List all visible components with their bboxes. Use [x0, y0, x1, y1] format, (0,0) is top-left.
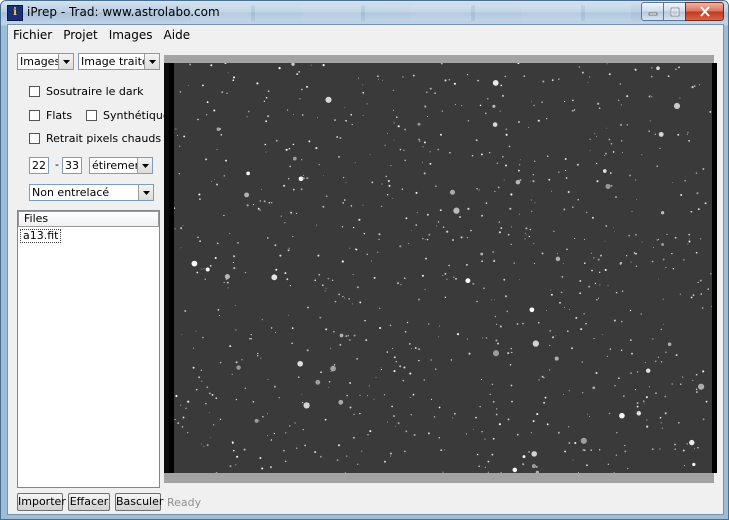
dropdown-arrow-icon [137, 158, 152, 173]
settings-panel: Images Image traitée Sosutraire le dark … [8, 45, 170, 491]
toggle-button[interactable]: Basculer [115, 493, 163, 511]
interlace-select-value: Non entrelacé [32, 186, 110, 199]
star-field-canvas [174, 63, 712, 473]
hot-pixels-label: Retrait pixels chauds [46, 132, 162, 145]
files-list[interactable]: Files a13.fit [17, 210, 160, 488]
hot-pixels-checkbox[interactable] [29, 133, 40, 144]
hot-pixels-option[interactable]: Retrait pixels chauds [29, 132, 161, 145]
menu-bar: Fichier Projet Images Aide [8, 25, 723, 45]
menu-images[interactable]: Images [104, 25, 159, 45]
title-bar[interactable]: i iPrep - Trad: www.astrolabo.com [1, 1, 728, 24]
subtract-dark-checkbox[interactable] [29, 86, 40, 97]
view-select[interactable]: Image traitée [78, 53, 160, 70]
dropdown-arrow-icon [58, 54, 73, 69]
range-high-input[interactable]: 33 [62, 157, 82, 174]
client-area: Fichier Projet Images Aide Images Image … [7, 24, 724, 515]
flats-label: Flats [46, 109, 73, 122]
clear-button[interactable]: Effacer [68, 493, 110, 511]
background-taskbar-ghost [191, 5, 631, 21]
close-button[interactable] [685, 2, 724, 21]
range-separator: - [55, 158, 59, 171]
menu-fichier[interactable]: Fichier [8, 25, 58, 45]
source-select[interactable]: Images [17, 53, 74, 70]
file-item[interactable]: a13.fit [20, 229, 62, 243]
subtract-dark-label: Sosutraire le dark [46, 85, 144, 98]
subtract-dark-option[interactable]: Sosutraire le dark [29, 85, 144, 98]
menu-aide[interactable]: Aide [159, 25, 197, 45]
telescope-app-icon: i [7, 5, 23, 21]
image-viewer[interactable] [164, 55, 717, 483]
main-area: Images Image traitée Sosutraire le dark … [8, 45, 723, 491]
files-column-header[interactable]: Files [18, 211, 159, 227]
dropdown-arrow-icon [144, 54, 159, 69]
bottom-toolbar: Importer Effacer Basculer Ready [8, 491, 723, 514]
range-low-input[interactable]: 22 [29, 157, 49, 174]
dropdown-arrow-icon [138, 185, 153, 200]
star-field-image[interactable] [164, 63, 717, 473]
maximize-icon [670, 7, 679, 16]
menu-projet[interactable]: Projet [58, 25, 103, 45]
maximize-button[interactable] [663, 2, 686, 21]
interlace-select[interactable]: Non entrelacé [29, 184, 154, 201]
window-title: iPrep - Trad: www.astrolabo.com [27, 5, 220, 19]
flats-checkbox[interactable] [29, 110, 40, 121]
synthetic-checkbox[interactable] [86, 110, 97, 121]
minimize-icon [648, 12, 658, 15]
stretch-select[interactable]: étirement l [89, 157, 153, 174]
source-select-value: Images [20, 55, 61, 68]
minimize-button[interactable] [641, 2, 665, 21]
import-button[interactable]: Importer [17, 493, 66, 511]
app-window: i iPrep - Trad: www.astrolabo.com Fichie… [0, 0, 729, 520]
status-text: Ready [167, 496, 202, 509]
synthetic-label: Synthétique [103, 109, 170, 122]
synthetic-option[interactable]: Synthétique [86, 109, 170, 122]
flats-option[interactable]: Flats [29, 109, 72, 122]
close-icon [699, 6, 710, 17]
